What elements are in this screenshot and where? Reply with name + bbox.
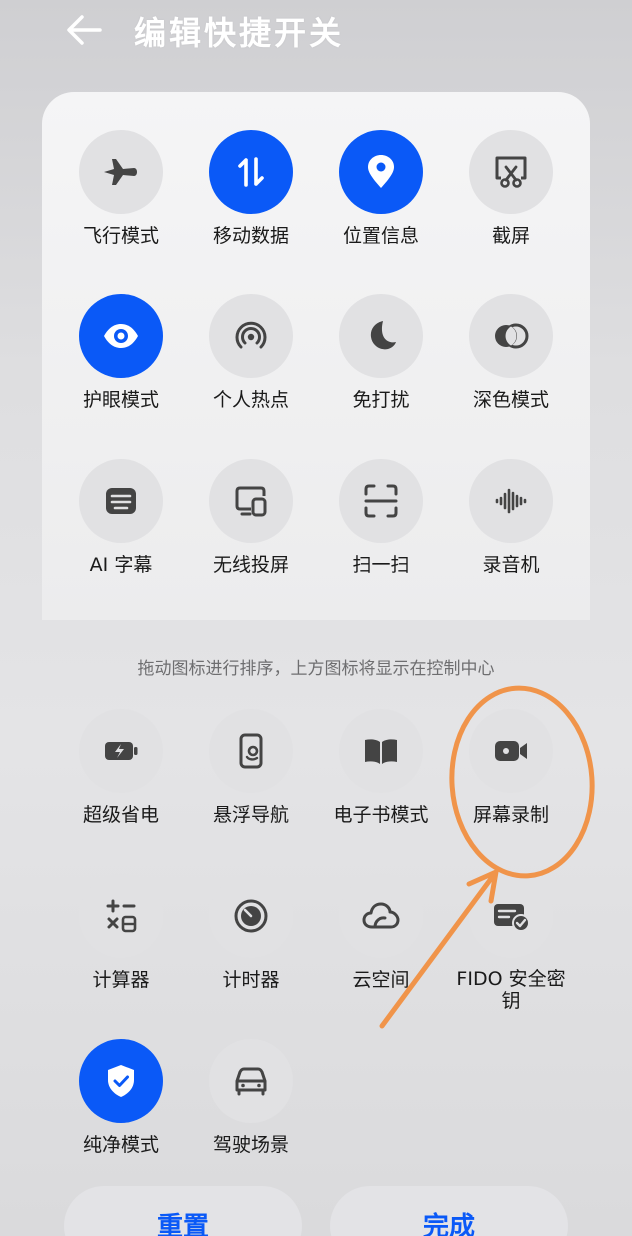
screenshot-scissors-icon — [495, 156, 527, 188]
tile-label: 移动数据 — [212, 225, 289, 247]
book-icon — [365, 739, 397, 764]
tile-driving-scene[interactable]: 驾驶场景 — [186, 1039, 316, 1157]
tile-hotspot[interactable]: 个人热点 — [186, 294, 316, 412]
tile-toggle[interactable] — [209, 1039, 293, 1123]
tile-toggle[interactable] — [339, 709, 423, 793]
tile-label: 计算器 — [92, 969, 150, 991]
tile-calculator[interactable]: 计算器 — [56, 874, 186, 992]
tile-toggle[interactable] — [209, 130, 293, 214]
tile-toggle[interactable] — [79, 130, 163, 214]
tile-label: 截屏 — [491, 225, 530, 247]
tile-airplane-mode[interactable]: 飞行模式 — [56, 130, 186, 248]
tile-toggle[interactable] — [469, 709, 553, 793]
video-camera-icon — [495, 741, 527, 761]
tile-label: FIDO 安全密钥 — [456, 968, 566, 1012]
tile-floating-nav[interactable]: 悬浮导航 — [186, 709, 316, 827]
tile-label: 屏幕录制 — [472, 804, 549, 826]
done-button[interactable]: 完成 — [330, 1186, 568, 1236]
tile-label: 纯净模式 — [82, 1134, 159, 1156]
tile-label: 计时器 — [222, 969, 280, 991]
tile-scan[interactable]: 扫一扫 — [316, 459, 446, 577]
tile-do-not-disturb[interactable]: 免打扰 — [316, 294, 446, 412]
tile-toggle[interactable] — [339, 459, 423, 543]
tile-fido-security-key[interactable]: FIDO 安全密钥 — [446, 874, 576, 1012]
arrow-left-icon — [67, 15, 102, 45]
tile-label: 超级省电 — [82, 804, 159, 826]
tile-screenshot[interactable]: 截屏 — [446, 130, 576, 248]
tile-label: 免打扰 — [352, 389, 410, 411]
mobile-data-icon — [238, 157, 264, 187]
back-button[interactable] — [62, 10, 106, 50]
tile-label: 无线投屏 — [212, 554, 289, 576]
airplane-icon — [104, 159, 137, 185]
tile-toggle[interactable] — [79, 459, 163, 543]
tile-label: 位置信息 — [342, 225, 419, 247]
timer-icon — [234, 899, 268, 933]
tile-mobile-data[interactable]: 移动数据 — [186, 130, 316, 248]
tile-toggle[interactable] — [469, 130, 553, 214]
tile-label: 电子书模式 — [333, 804, 429, 826]
tile-label: 个人热点 — [212, 389, 289, 411]
tile-toggle[interactable] — [339, 294, 423, 378]
tile-label: 飞行模式 — [82, 225, 159, 247]
tile-label: 驾驶场景 — [212, 1134, 289, 1156]
tile-toggle[interactable] — [339, 874, 423, 958]
moon-icon — [370, 321, 396, 350]
sort-hint: 拖动图标进行排序，上方图标将显示在控制中心 — [137, 659, 495, 679]
tile-cloud-space[interactable]: 云空间 — [316, 874, 446, 992]
tile-voice-recorder[interactable]: 录音机 — [446, 459, 576, 577]
tile-toggle[interactable] — [469, 874, 553, 958]
tile-wireless-projection[interactable]: 无线投屏 — [186, 459, 316, 577]
calculator-icon — [106, 899, 137, 933]
tile-toggle[interactable] — [209, 874, 293, 958]
tile-toggle[interactable] — [469, 294, 553, 378]
security-key-icon — [494, 904, 530, 932]
tile-label: 护眼模式 — [82, 389, 159, 411]
floating-nav-icon — [239, 733, 263, 769]
tile-eye-comfort[interactable]: 护眼模式 — [56, 294, 186, 412]
page-title: 编辑快捷开关 — [134, 14, 345, 52]
hotspot-icon — [235, 321, 267, 349]
tile-label: 云空间 — [352, 969, 410, 991]
eye-icon — [104, 324, 138, 348]
tile-screen-recording[interactable]: 屏幕录制 — [446, 709, 576, 827]
tile-ai-subtitle[interactable]: AI 字幕 — [56, 459, 186, 577]
tile-toggle[interactable] — [209, 294, 293, 378]
dark-mode-icon — [495, 323, 529, 349]
tile-toggle[interactable] — [79, 709, 163, 793]
tile-label: 扫一扫 — [352, 554, 410, 576]
tile-pure-mode[interactable]: 纯净模式 — [56, 1039, 186, 1157]
tile-label: 录音机 — [482, 554, 540, 576]
location-pin-icon — [368, 155, 394, 188]
tile-label: 悬浮导航 — [212, 804, 289, 826]
cloud-icon — [362, 902, 400, 929]
tile-dark-mode[interactable]: 深色模式 — [446, 294, 576, 412]
tile-timer[interactable]: 计时器 — [186, 874, 316, 992]
tile-label: 深色模式 — [472, 389, 549, 411]
tile-toggle[interactable] — [79, 874, 163, 958]
tile-toggle[interactable] — [209, 709, 293, 793]
battery-saver-icon — [105, 742, 138, 760]
shield-check-icon — [108, 1065, 134, 1097]
voice-recorder-icon — [495, 488, 527, 514]
tile-label: AI 字幕 — [89, 554, 153, 576]
tile-toggle[interactable] — [469, 459, 553, 543]
scan-icon — [364, 484, 398, 518]
tile-toggle[interactable] — [339, 130, 423, 214]
top-bar: 编辑快捷开关 — [0, 0, 632, 62]
tile-location[interactable]: 位置信息 — [316, 130, 446, 248]
tile-toggle[interactable] — [79, 1039, 163, 1123]
subtitle-icon — [106, 488, 136, 514]
tile-toggle[interactable] — [209, 459, 293, 543]
car-icon — [235, 1067, 267, 1096]
tile-super-power-saving[interactable]: 超级省电 — [56, 709, 186, 827]
tile-ebook-mode[interactable]: 电子书模式 — [316, 709, 446, 827]
reset-button[interactable]: 重置 — [64, 1186, 302, 1236]
tile-toggle[interactable] — [79, 294, 163, 378]
wireless-projection-icon — [235, 486, 267, 517]
